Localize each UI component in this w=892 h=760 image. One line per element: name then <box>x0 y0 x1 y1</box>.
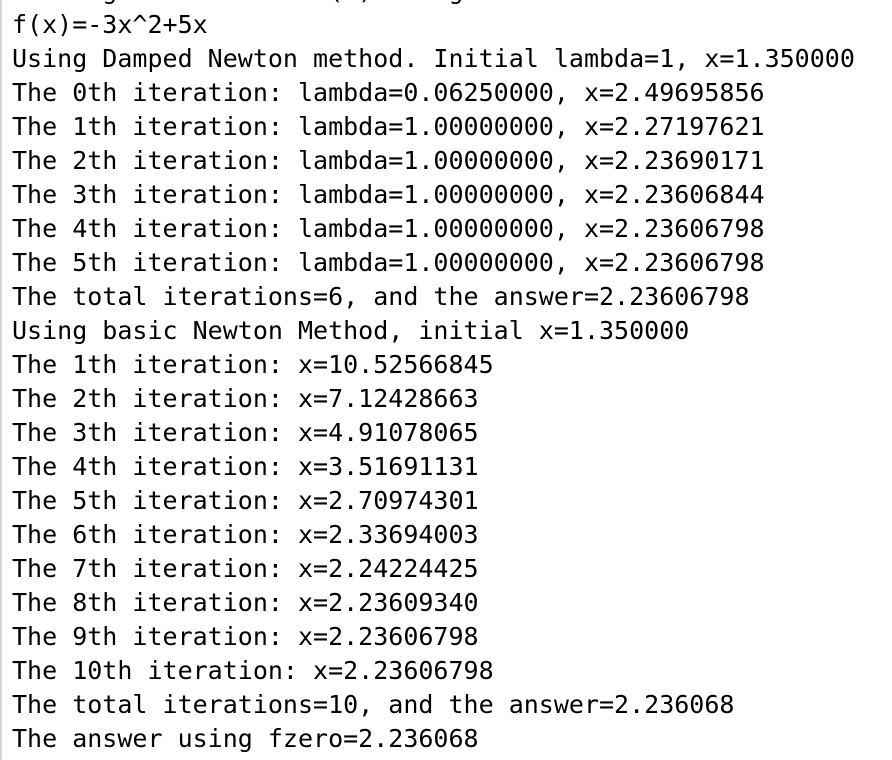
console-line: The 4th iteration: lambda=1.00000000, x=… <box>12 214 765 243</box>
console-line: The total iterations=6, and the answer=2… <box>12 282 750 311</box>
console-line: The 1th iteration: lambda=1.00000000, x=… <box>12 112 765 141</box>
console-line: Finding the root of f(x) using Newton me… <box>12 0 892 8</box>
console-line: The 2th iteration: x=7.12428663 <box>12 384 479 413</box>
console-line: The 0th iteration: lambda=0.06250000, x=… <box>12 78 765 107</box>
console-line: The 7th iteration: x=2.24224425 <box>12 554 479 583</box>
console-line: The 2th iteration: lambda=1.00000000, x=… <box>12 146 765 175</box>
console-line: The total iterations=10, and the answer=… <box>12 690 735 719</box>
console-output: Finding the root of f(x) using Newton me… <box>0 0 892 760</box>
console-line: The 1th iteration: x=10.52566845 <box>12 350 494 379</box>
console-line: The answer using fzero=2.236068 <box>12 724 479 753</box>
console-line: The 5th iteration: x=2.70974301 <box>12 486 479 515</box>
console-line: The 8th iteration: x=2.23609340 <box>12 588 479 617</box>
console-line: The 5th iteration: lambda=1.00000000, x=… <box>12 248 765 277</box>
console-line: The 4th iteration: x=3.51691131 <box>12 452 479 481</box>
console-line: The 10th iteration: x=2.23606798 <box>12 656 494 685</box>
console-line: Using basic Newton Method, initial x=1.3… <box>12 316 690 345</box>
console-line: The 3th iteration: x=4.91078065 <box>12 418 479 447</box>
console-lines: Finding the root of f(x) using Newton me… <box>12 0 892 756</box>
console-line: The 3th iteration: lambda=1.00000000, x=… <box>12 180 765 209</box>
console-line: The 6th iteration: x=2.33694003 <box>12 520 479 549</box>
console-line: f(x)=-3x^2+5x <box>12 10 208 39</box>
console-line: The 9th iteration: x=2.23606798 <box>12 622 479 651</box>
console-line: Using Damped Newton method. Initial lamb… <box>12 44 855 73</box>
